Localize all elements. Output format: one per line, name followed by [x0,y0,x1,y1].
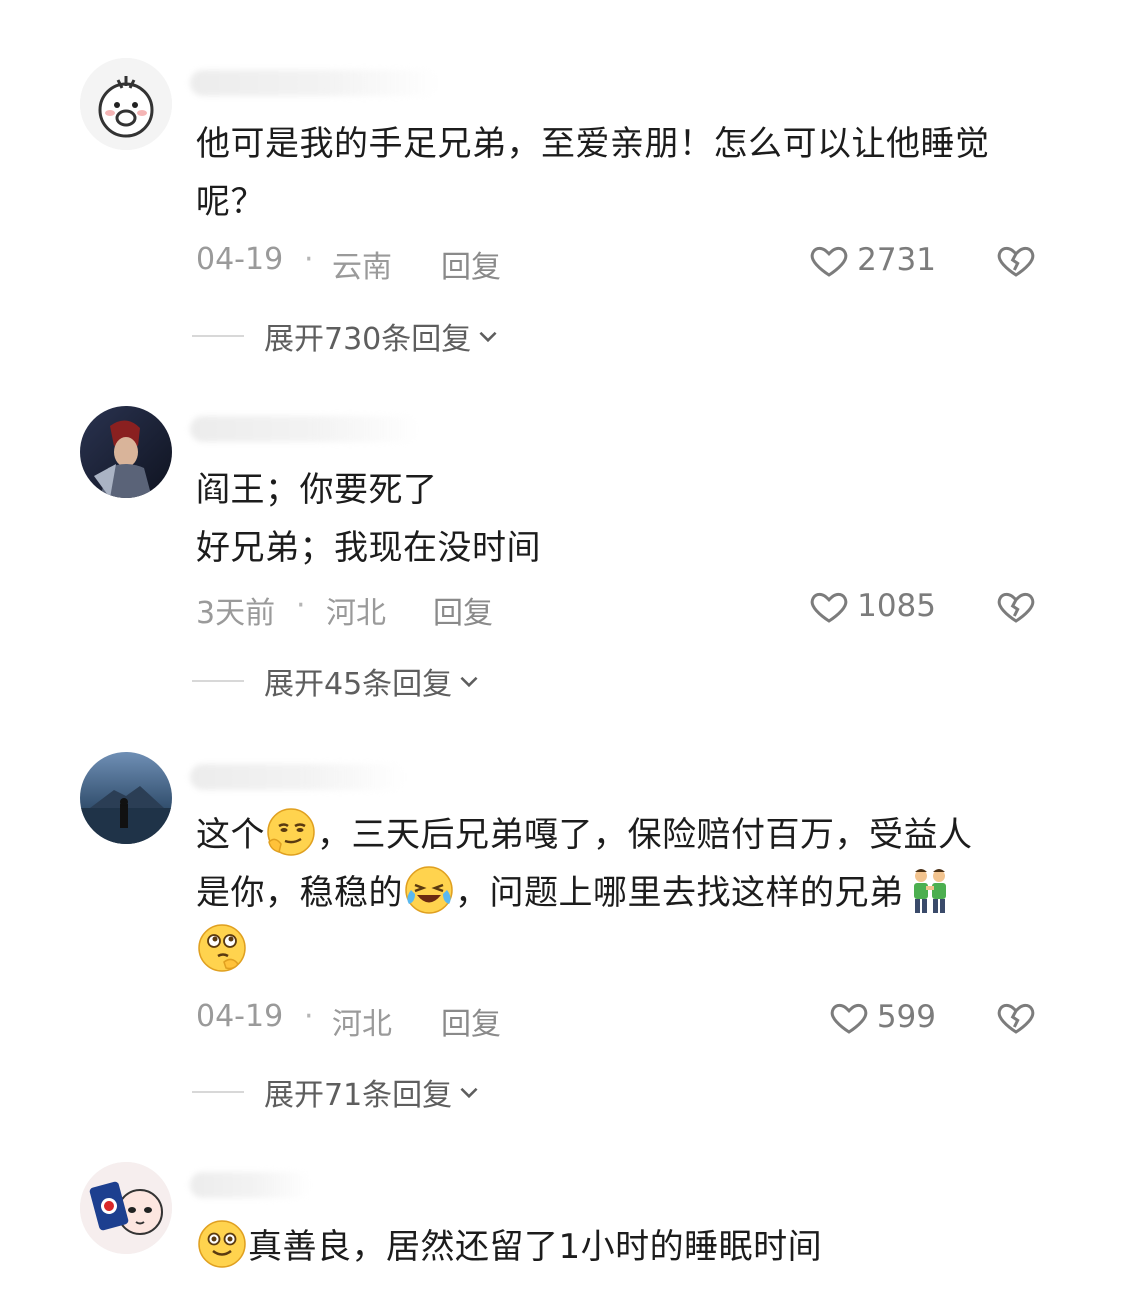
comment-line: 是你，稳稳的 ，问题上哪里去找这样的兄弟 [196,864,1076,922]
expand-label: 展开730条回复 [264,322,472,357]
comment-line: 好兄弟；我现在没时间 [196,528,541,568]
text-segment: ，问题上哪里去找这样的兄弟 [455,873,904,913]
expand-label: 展开71条回复 [264,1078,453,1113]
broken-heart-icon[interactable] [996,240,1036,280]
divider [192,1091,244,1093]
like-button[interactable]: 1085 [809,584,936,628]
chevron-down-icon [460,676,478,688]
separator-dot: · [296,588,306,623]
username[interactable] [190,416,420,442]
comment-meta: 04-19 · 河北 回复 599 [196,995,1056,1042]
text-segment: 这个 [196,815,265,855]
comment-line: 这个 ，三天后兄弟嘎了，保险赔付百万，受益人 [196,806,1076,864]
reply-button[interactable]: 回复 [433,588,493,632]
like-count: 1085 [857,588,936,624]
comment-line [196,922,1076,980]
divider [192,680,244,682]
text-segment: 是你，稳稳的 [196,873,403,913]
username[interactable] [190,1172,310,1198]
smile-emoji-icon [196,1218,248,1270]
comment-text: 阎王；你要死了 好兄弟；我现在没时间 [196,461,1076,577]
username[interactable] [190,764,405,790]
comment-line: 呢？ [196,182,265,222]
avatar[interactable] [80,406,172,498]
comment-date: 04-19 [196,242,284,277]
laugh-cry-emoji-icon [403,864,455,916]
separator-dot: · [304,999,314,1034]
chevron-down-icon [479,331,497,343]
reply-button[interactable]: 回复 [441,242,501,286]
comment-date: 3天前 [196,596,276,631]
smirk-emoji-icon [265,806,317,858]
text-segment: ，三天后兄弟嘎了，保险赔付百万，受益人 [317,815,973,855]
comment-meta: 04-19 · 云南 回复 2731 [196,238,1056,285]
heart-icon [810,246,848,277]
cartoon-face-icon [80,58,172,150]
two-men-emoji-icon [904,864,956,916]
comment-line: 真善良，居然还留了1小时的睡眠时间 [196,1218,1076,1276]
like-count: 2731 [857,242,936,278]
separator-dot: · [304,242,314,277]
expand-replies-button[interactable]: 展开45条回复 [192,659,482,703]
chevron-down-icon [460,1087,478,1099]
like-count: 599 [876,999,936,1035]
pondering-emoji-icon [196,922,248,974]
like-button[interactable]: 2731 [809,238,936,282]
cartoon-drink-icon [80,1162,172,1254]
avatar[interactable] [80,1162,172,1254]
comment-text: 他可是我的手足兄弟，至爱亲朋！怎么可以让他睡觉 呢？ [196,115,1076,231]
comment-text: 真善良，居然还留了1小时的睡眠时间 [196,1218,1076,1276]
comment-date: 04-19 [196,999,284,1034]
heart-icon [830,1003,868,1034]
comment-meta: 3天前 · 河北 回复 1085 [196,584,1056,631]
text-segment: 真善良，居然还留了1小时的睡眠时间 [248,1227,823,1267]
username[interactable] [190,70,440,96]
avatar[interactable] [80,752,172,844]
broken-heart-icon[interactable] [996,586,1036,626]
comment-location: 河北 [326,596,386,631]
expand-label: 展开45条回复 [264,667,453,702]
expand-replies-button[interactable]: 展开71条回复 [192,1070,482,1114]
comment-text: 这个 ，三天后兄弟嘎了，保险赔付百万，受益人 是你，稳稳的 ，问题上哪里去找这样… [196,806,1076,980]
comment-line: 阎王；你要死了 [196,470,438,510]
comment-location: 云南 [332,250,392,285]
reply-button[interactable]: 回复 [441,999,501,1043]
comment-location: 河北 [332,1007,392,1042]
game-character-icon [80,406,172,498]
like-button[interactable]: 599 [829,995,936,1039]
expand-replies-button[interactable]: 展开730条回复 [192,314,501,358]
avatar[interactable] [80,58,172,150]
heart-icon [810,592,848,623]
broken-heart-icon[interactable] [996,997,1036,1037]
divider [192,335,244,337]
night-scenery-icon [80,752,172,844]
comment-line: 他可是我的手足兄弟，至爱亲朋！怎么可以让他睡觉 [196,124,990,164]
